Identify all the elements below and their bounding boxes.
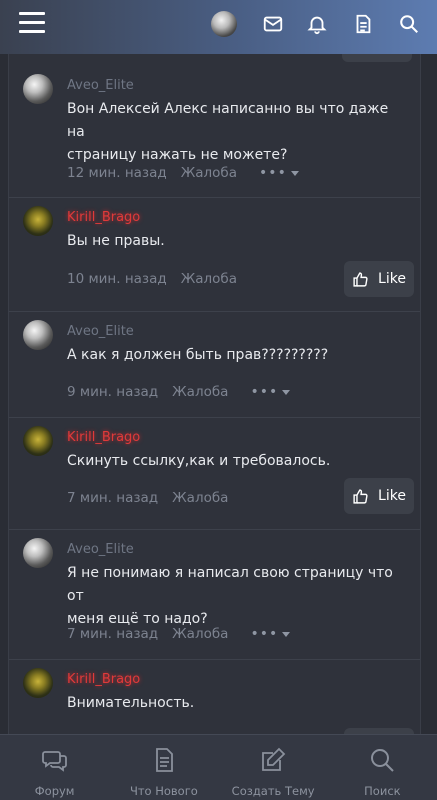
menu-icon[interactable] <box>19 12 45 34</box>
post-meta: 12 мин. назад Жалоба ••• <box>67 165 299 181</box>
post-message: А как я должен быть прав????????? <box>67 344 400 367</box>
post: Aveo_Elite А как я должен быть прав?????… <box>9 312 420 418</box>
post-time[interactable]: 7 мин. назад <box>67 626 158 642</box>
post: Aveo_Elite Я не понимаю я написал свою с… <box>9 530 420 660</box>
user-avatar[interactable] <box>23 426 53 456</box>
report-link[interactable]: Жалоба <box>172 490 228 506</box>
nav-label: Поиск <box>364 784 401 798</box>
chevron-down-icon[interactable] <box>282 631 291 637</box>
username[interactable]: Aveo_Elite <box>67 78 134 93</box>
search-icon[interactable] <box>398 13 420 35</box>
bottom-navigation: Форум Что Нового Создать Тему Поиск <box>0 734 437 800</box>
thread-container: Aveo_Elite Вон Алексей Алекс написанно в… <box>8 54 421 734</box>
more-options-icon[interactable]: ••• <box>250 384 278 400</box>
more-options-icon[interactable]: ••• <box>250 626 278 642</box>
message-line: А как я должен быть прав????????? <box>67 347 329 363</box>
like-button[interactable]: Like <box>344 478 414 514</box>
nav-label: Создать Тему <box>231 784 315 798</box>
post-time[interactable]: 7 мин. назад <box>67 490 158 506</box>
username[interactable]: Kirill_Brago <box>67 210 140 225</box>
message-line: Я не понимаю я написал свою страницу что… <box>67 565 393 604</box>
document-icon[interactable] <box>352 13 374 35</box>
message-line: Вон Алексей Алекс написанно вы что даже … <box>67 101 389 140</box>
message-line: Внимательность. <box>67 695 195 711</box>
user-avatar[interactable] <box>23 538 53 568</box>
username[interactable]: Kirill_Brago <box>67 672 140 687</box>
post: Kirill_Brago Вы не правы. 10 мин. назад … <box>9 198 420 312</box>
nav-label: Форум <box>34 784 75 798</box>
thumbs-up-icon <box>353 488 368 504</box>
username[interactable]: Aveo_Elite <box>67 324 134 339</box>
more-options-icon[interactable]: ••• <box>259 165 287 181</box>
message-line: Вы не правы. <box>67 233 165 249</box>
post-time[interactable]: 9 мин. назад <box>67 384 158 400</box>
search-icon <box>371 749 395 772</box>
bell-icon[interactable] <box>306 13 328 35</box>
chevron-down-icon[interactable] <box>282 389 291 395</box>
post: Kirill_Brago Скинуть ссылку,как и требов… <box>9 418 420 530</box>
document-icon <box>155 748 173 772</box>
user-avatar[interactable] <box>23 320 53 350</box>
like-button[interactable]: Like <box>344 261 414 297</box>
post-message: Вы не правы. <box>67 230 400 253</box>
nav-create-topic[interactable]: Создать Тему <box>219 735 328 800</box>
message-line: Скинуть ссылку,как и требовалось. <box>67 453 331 469</box>
mail-icon[interactable] <box>262 13 284 35</box>
nav-search[interactable]: Поиск <box>328 735 437 800</box>
report-link[interactable]: Жалоба <box>172 384 228 400</box>
report-link[interactable]: Жалоба <box>172 626 228 642</box>
post-time[interactable]: 10 мин. назад <box>67 271 167 287</box>
report-link[interactable]: Жалоба <box>181 271 237 287</box>
like-button[interactable] <box>342 54 412 62</box>
like-label: Like <box>378 488 406 504</box>
post-time[interactable]: 12 мин. назад <box>67 165 167 181</box>
top-navigation-bar <box>0 0 437 54</box>
thumbs-up-icon <box>353 271 368 287</box>
post-message: Вон Алексей Алекс написанно вы что даже … <box>67 98 400 167</box>
post-meta: 7 мин. назад Жалоба <box>67 490 228 506</box>
post-message: Я не понимаю я написал свою страницу что… <box>67 562 400 631</box>
chat-bubbles-icon <box>41 751 67 772</box>
report-link[interactable]: Жалоба <box>181 165 237 181</box>
user-avatar[interactable] <box>23 668 53 698</box>
nav-label: Что Нового <box>129 784 198 798</box>
username[interactable]: Kirill_Brago <box>67 430 140 445</box>
nav-whats-new[interactable]: Что Нового <box>109 735 218 800</box>
like-label: Like <box>378 271 406 287</box>
post-meta: 9 мин. назад Жалоба ••• <box>67 384 291 400</box>
post-meta: 7 мин. назад Жалоба ••• <box>67 626 291 642</box>
post-meta: 10 мин. назад Жалоба <box>67 271 237 287</box>
avatar[interactable] <box>211 11 237 37</box>
post: Aveo_Elite Вон Алексей Алекс написанно в… <box>9 66 420 198</box>
message-line: страницу нажать не можете? <box>67 147 288 163</box>
user-avatar[interactable] <box>23 206 53 236</box>
post-message: Внимательность. <box>67 692 400 715</box>
post: Kirill_Brago Внимательность. <box>9 660 420 734</box>
edit-icon <box>262 747 286 771</box>
nav-forum[interactable]: Форум <box>0 735 109 800</box>
posts-feed[interactable]: Aveo_Elite Вон Алексей Алекс написанно в… <box>0 54 437 734</box>
username[interactable]: Aveo_Elite <box>67 542 134 557</box>
chevron-down-icon[interactable] <box>290 170 299 176</box>
user-avatar[interactable] <box>23 74 53 104</box>
post-message: Скинуть ссылку,как и требовалось. <box>67 450 400 473</box>
